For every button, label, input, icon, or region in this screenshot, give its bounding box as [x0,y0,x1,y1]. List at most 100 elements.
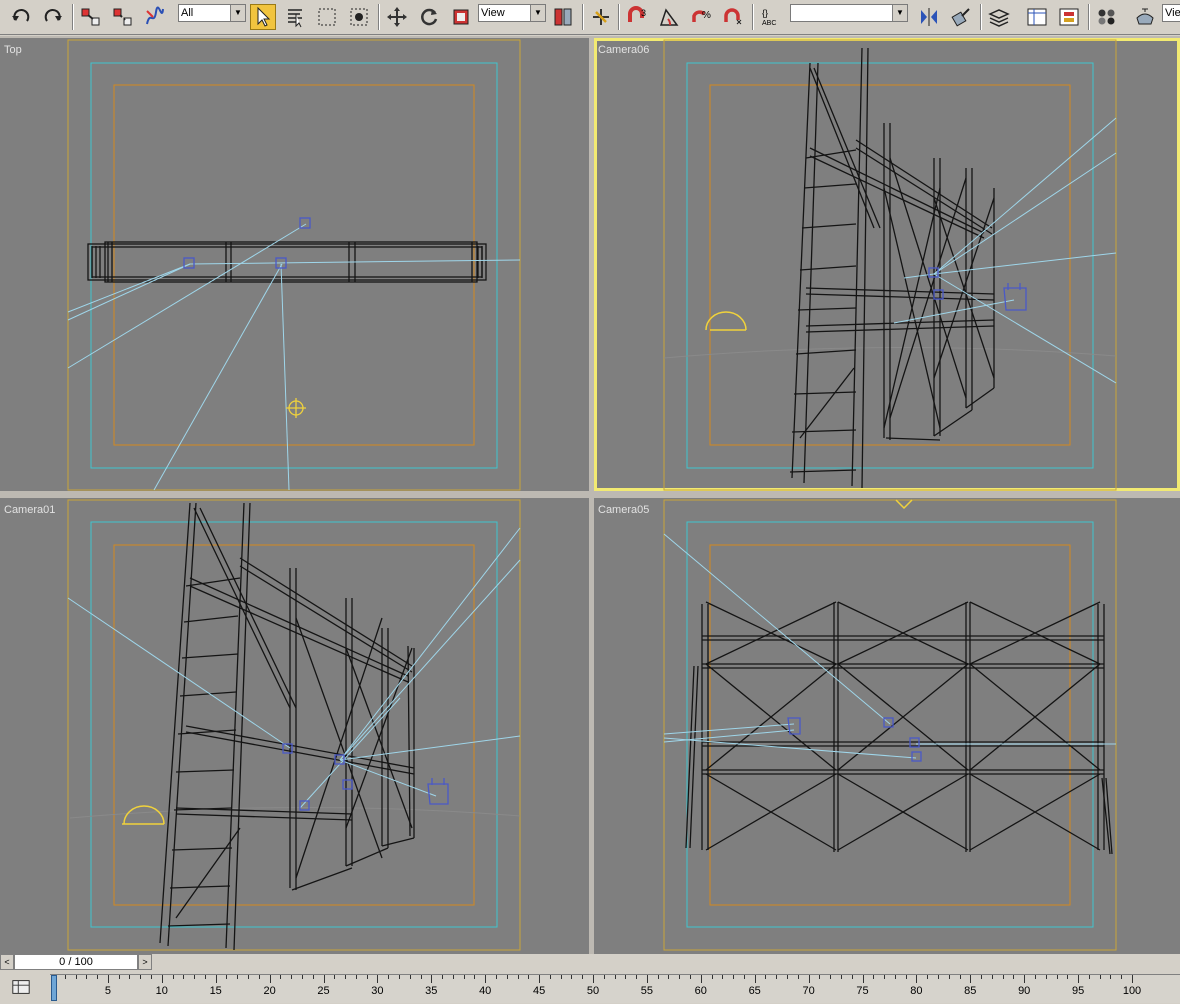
timeline-tick [97,975,99,979]
timeline-tick [646,975,648,983]
svg-text:3: 3 [641,8,646,18]
timeline-tick [452,975,454,979]
timeline-label: 30 [371,985,384,997]
timeline-tick [280,975,282,979]
percent-snap-icon[interactable]: % [688,4,714,30]
timeline-tick [625,975,627,979]
angle-snap-icon[interactable] [656,4,682,30]
timeline-tick [183,975,185,979]
timeline-tick [948,975,950,979]
selection-filter-dropdown[interactable]: All ▼ [178,4,246,22]
timeline-tick [431,975,433,983]
chevron-down-icon: ▼ [230,5,245,21]
timeline-label: 95 [1071,985,1085,997]
open-mini-curve-editor-icon[interactable] [8,976,34,998]
timeline-tick [894,975,896,979]
timeline-tick [86,975,88,979]
timeline-tick [981,975,983,979]
timeline-label: 25 [317,985,330,997]
window-crossing-icon[interactable] [346,4,372,30]
timeline-track[interactable]: 0510152025303540455055606570758085909510… [50,974,1180,1003]
timeline-tick [1067,975,1069,979]
render-type-dropdown[interactable]: Vie [1162,4,1180,22]
timeline-label: 75 [856,985,869,997]
viewport-camera05[interactable]: Camera05 [594,498,1180,954]
timeline-tick [851,975,853,979]
timeline-tick [765,975,767,979]
spinner-snap-icon[interactable] [720,4,746,30]
timeline-tick [355,975,357,979]
viewport-camera06[interactable]: Camera06 [594,38,1180,491]
edit-named-selection-icon[interactable]: {} ABC [758,4,784,30]
bind-to-space-warp-icon[interactable] [142,4,168,30]
pivot-center-icon[interactable] [550,4,576,30]
top-viewport-scene [67,39,521,491]
material-editor-icon[interactable] [1094,4,1120,30]
scale-icon[interactable] [448,4,474,30]
timeline-tick [140,975,142,979]
layer-manager-icon[interactable] [986,4,1012,30]
viewport-label-camera01[interactable]: Camera01 [4,504,55,516]
timeline-tick [733,975,735,979]
viewport-camera01[interactable]: Camera01 [0,498,589,954]
timeline-label: 80 [910,985,923,997]
timeline-tick [991,975,993,979]
schematic-view-icon[interactable] [1056,4,1082,30]
timeline-tick [129,975,131,979]
render-scene-icon[interactable] [1132,4,1158,30]
timeline-tick [409,975,411,979]
time-slider[interactable]: 0 / 100 [14,954,138,970]
reference-coordinate-dropdown[interactable]: View ▼ [478,4,546,22]
rectangular-selection-icon[interactable] [314,4,340,30]
viewport-label-camera06[interactable]: Camera06 [598,44,649,56]
snaps-toggle-icon[interactable]: 3 [624,4,650,30]
timeline-tick [539,975,541,983]
move-icon[interactable] [384,4,410,30]
timeline-label: 100 [1122,985,1142,997]
track-bar: 0510152025303540455055606570758085909510… [0,972,1180,1004]
timeline-tick [118,975,120,979]
mirror-icon[interactable] [916,4,942,30]
timeline-tick [1132,975,1133,983]
timeline-tick [506,975,508,979]
timeline-label: 65 [748,985,761,997]
undo-icon[interactable] [8,4,34,30]
viewports-area: Top Camera06 Camera01 Camera05 [0,36,1180,954]
timeline-tick [808,975,810,983]
timeline-tick [172,975,174,979]
camera05-viewport-scene [663,499,1117,951]
select-object-icon[interactable] [250,4,276,30]
select-and-link-icon[interactable] [78,4,104,30]
unlink-selection-icon[interactable] [110,4,136,30]
time-slider-next-button[interactable]: > [138,954,152,970]
timeline-tick [237,975,239,979]
viewport-top[interactable]: Top [0,38,589,491]
named-selection-dropdown[interactable]: ▼ [790,4,908,22]
viewport-label-camera05[interactable]: Camera05 [598,504,649,516]
timeline-tick [463,975,465,979]
timeline-tick [1078,975,1080,983]
manipulate-icon[interactable] [588,4,614,30]
timeline-tick [1045,975,1047,979]
timeline-tick [334,975,336,979]
timeline-tick [1121,975,1123,979]
timeline-tick [301,975,303,979]
rotate-icon[interactable] [416,4,442,30]
redo-icon[interactable] [40,4,66,30]
timeline-tick [776,975,778,979]
timeline-label: 40 [479,985,492,997]
timeline-tick [582,975,584,979]
time-slider-prev-button[interactable]: < [0,954,14,970]
timeline-tick [937,975,939,979]
select-by-name-icon[interactable] [282,4,308,30]
timeline-tick [258,975,260,979]
camera06-viewport-scene [663,39,1117,491]
current-frame-marker[interactable] [51,975,57,1001]
timeline-tick [377,975,379,983]
align-icon[interactable] [948,4,974,30]
timeline-tick [495,975,497,979]
timeline-tick [1002,975,1004,979]
viewport-label-top[interactable]: Top [4,44,22,56]
svg-text:{}: {} [762,8,768,18]
curve-editor-icon[interactable] [1024,4,1050,30]
